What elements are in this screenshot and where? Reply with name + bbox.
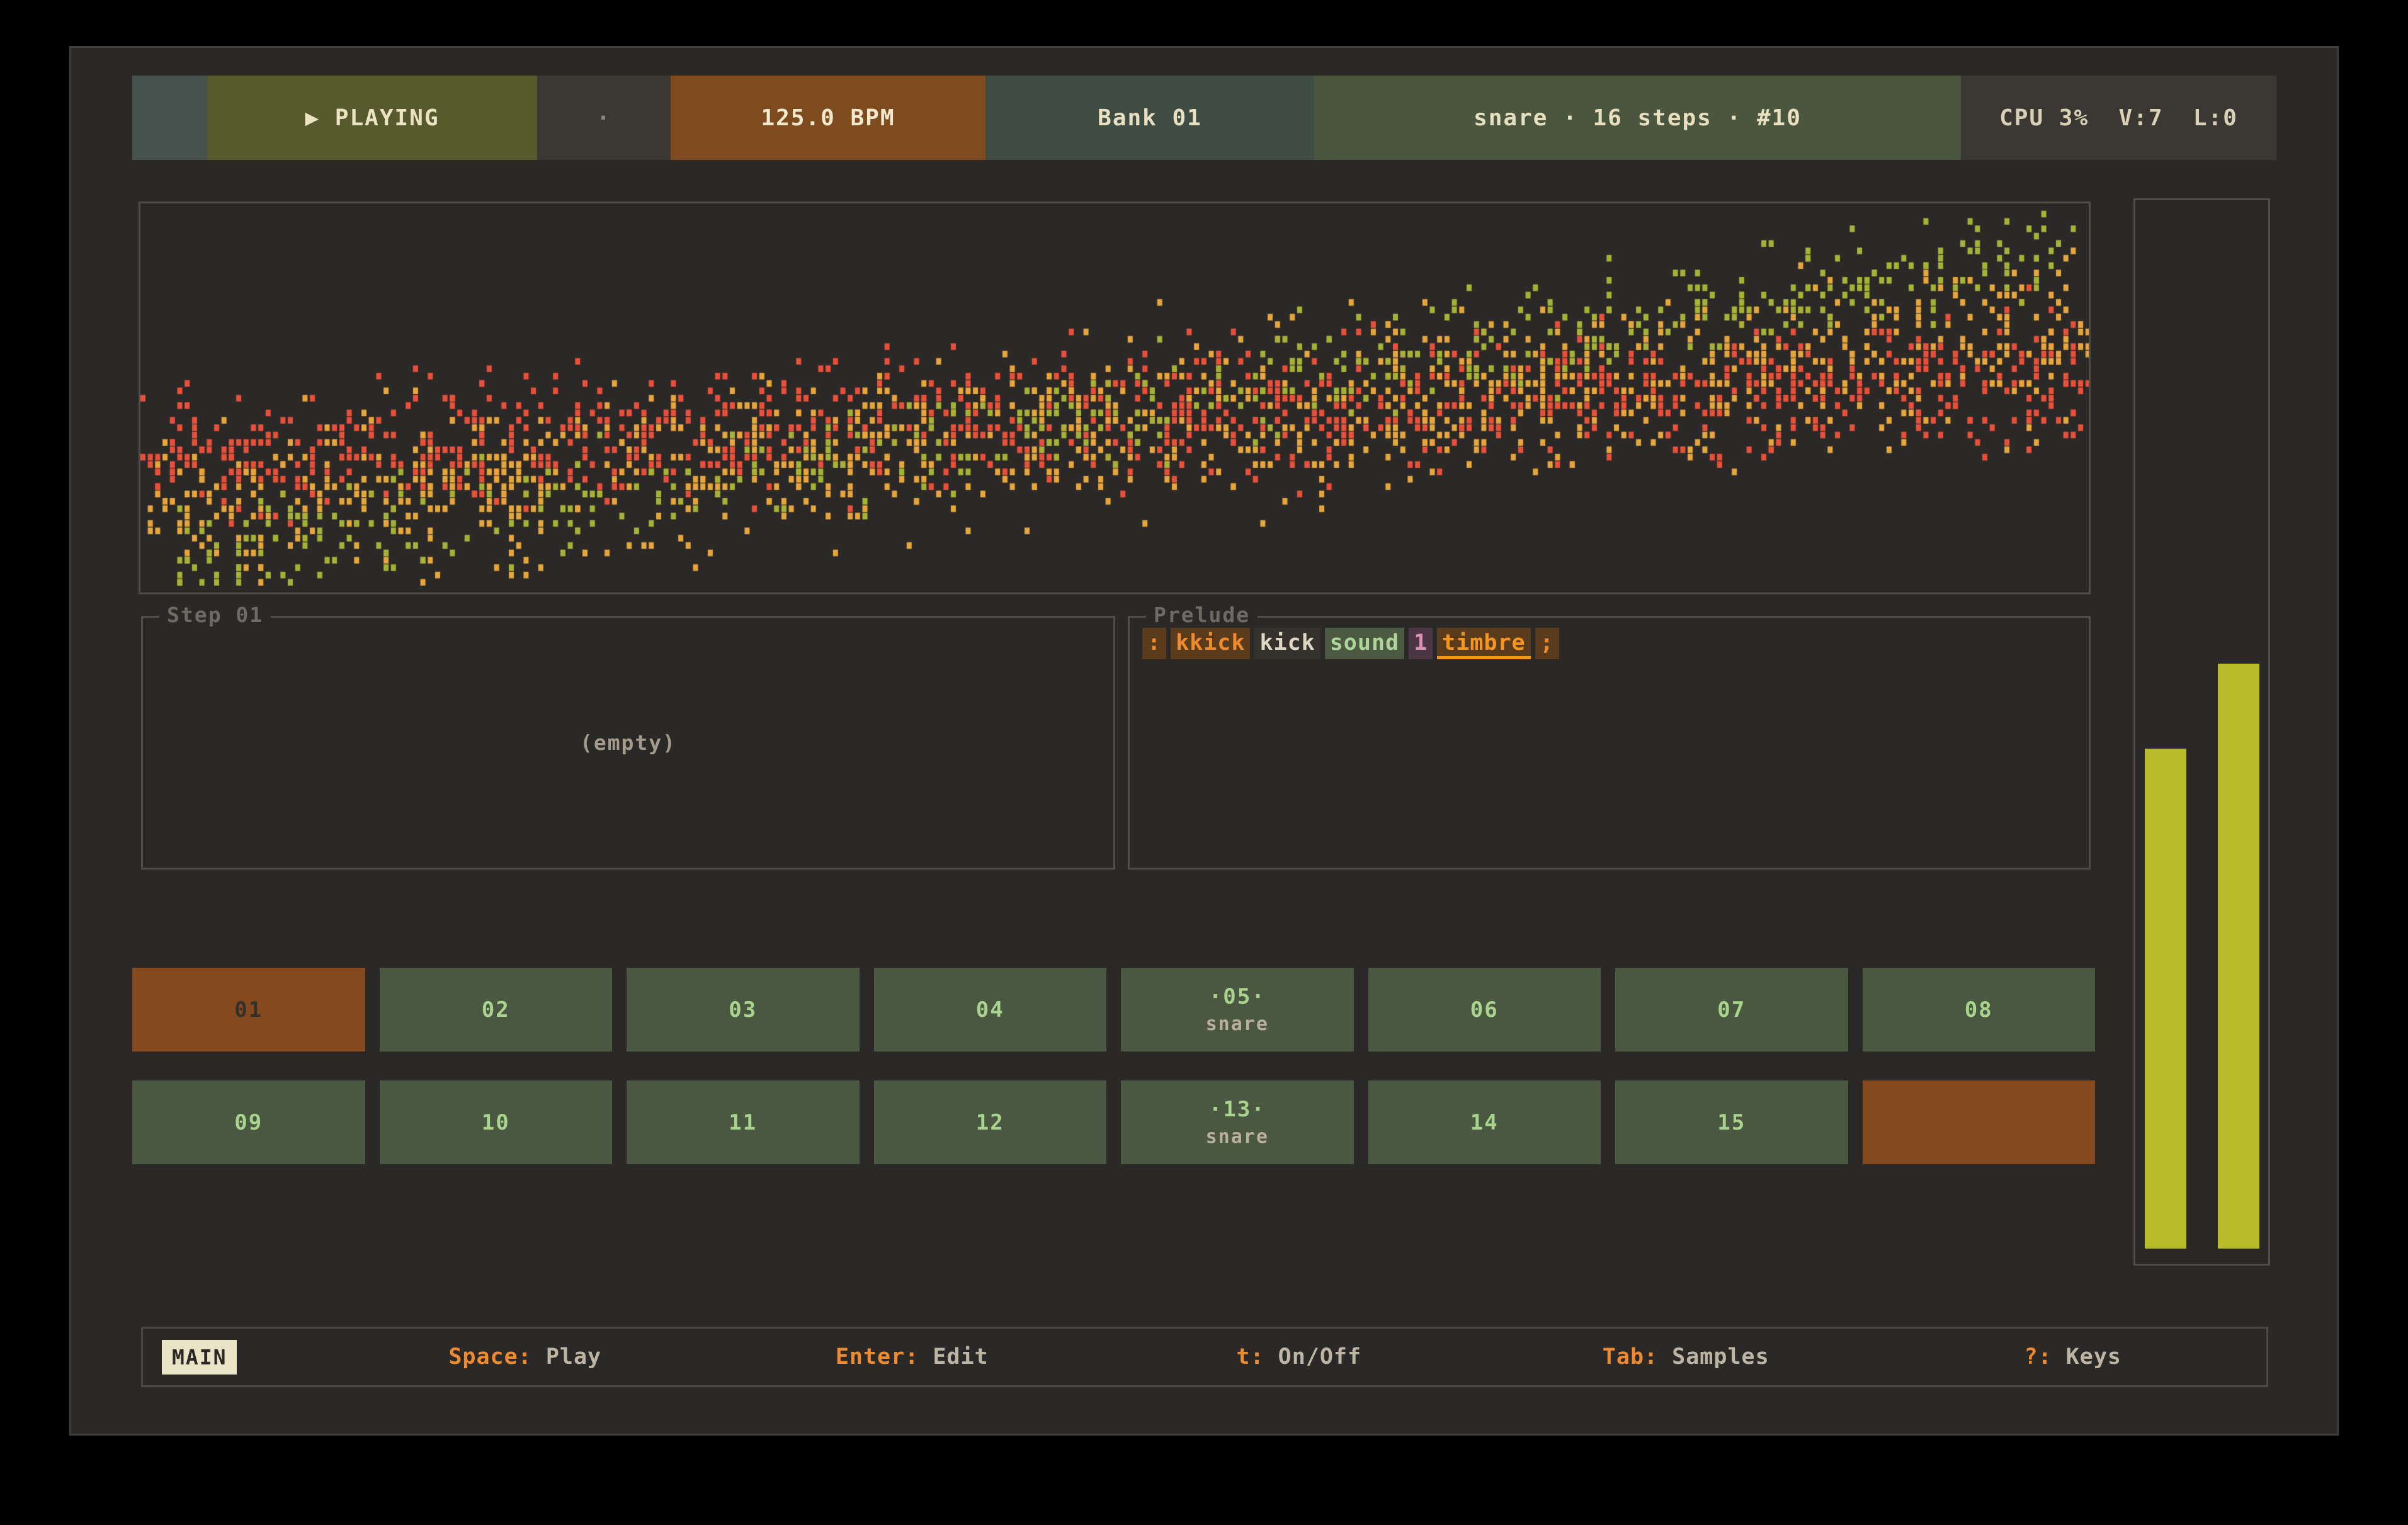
corner-block bbox=[132, 76, 207, 160]
step-button-label: 08 bbox=[1965, 997, 1993, 1023]
step-empty-text: (empty) bbox=[580, 730, 676, 755]
step-grid: 01 02 03 04 ·05· snare 06 07 08 09 10 11 12 ·13· snare… bbox=[132, 968, 2095, 1164]
pattern-scatter-canvas bbox=[140, 203, 2089, 592]
cpu-stats: CPU 3% V:7 L:0 bbox=[1961, 76, 2276, 160]
step-button-label: 14 bbox=[1470, 1110, 1499, 1135]
step-button-02[interactable]: 02 bbox=[380, 968, 613, 1052]
step-button-label: 06 bbox=[1470, 997, 1499, 1023]
step-button-label: 15 bbox=[1717, 1110, 1746, 1135]
shortcut-key: t: bbox=[1236, 1344, 1264, 1369]
shortcut-key: Space: bbox=[448, 1344, 531, 1369]
step-button-label: ·05· bbox=[1209, 984, 1266, 1009]
prelude-token[interactable]: kick bbox=[1254, 628, 1320, 659]
step-panel: Step 01 (empty) bbox=[141, 616, 1115, 870]
step-button-label: 11 bbox=[729, 1110, 757, 1135]
step-button-07[interactable]: 07 bbox=[1615, 968, 1848, 1052]
step-button-label: 09 bbox=[234, 1110, 263, 1135]
step-button-14[interactable]: 14 bbox=[1368, 1080, 1601, 1164]
shortcut-help: ?: Keys bbox=[1879, 1344, 2266, 1369]
step-button-09[interactable]: 09 bbox=[132, 1080, 365, 1164]
prelude-panel-title: Prelude bbox=[1146, 603, 1258, 627]
step-panel-title: Step 01 bbox=[159, 603, 271, 627]
prelude-token[interactable]: sound bbox=[1325, 628, 1404, 659]
prelude-token[interactable]: : bbox=[1142, 628, 1166, 659]
prelude-token[interactable]: 1 bbox=[1409, 628, 1433, 659]
prelude-token[interactable]: ; bbox=[1535, 628, 1559, 659]
top-bar: ▶ PLAYING · 125.0 BPM Bank 01 snare · 16… bbox=[132, 76, 2276, 160]
step-button-10[interactable]: 10 bbox=[380, 1080, 613, 1164]
step-button-label: 01 bbox=[234, 997, 263, 1023]
prelude-token[interactable]: kkick bbox=[1171, 628, 1250, 659]
step-button-sample-name: snare bbox=[1206, 1013, 1269, 1035]
step-button-label: 07 bbox=[1717, 997, 1746, 1023]
bank-display[interactable]: Bank 01 bbox=[985, 76, 1314, 160]
step-button-15[interactable]: 15 bbox=[1615, 1080, 1848, 1164]
step-button-sample-name: snare bbox=[1206, 1126, 1269, 1148]
step-button-13[interactable]: ·13· snare bbox=[1121, 1080, 1354, 1164]
prelude-panel: Prelude :kkickkicksound1timbre; bbox=[1128, 616, 2091, 870]
step-button-04[interactable]: 04 bbox=[874, 968, 1107, 1052]
level-meter-left bbox=[2145, 749, 2186, 1249]
track-info: snare · 16 steps · #10 bbox=[1314, 76, 1961, 160]
step-button-label: 10 bbox=[482, 1110, 510, 1135]
step-button-label: 12 bbox=[976, 1110, 1004, 1135]
shortcut-key: Enter: bbox=[836, 1344, 919, 1369]
level-meter-right bbox=[2218, 664, 2259, 1249]
shortcut-enter: Enter: Edit bbox=[718, 1344, 1106, 1369]
step-button-label: ·13· bbox=[1209, 1097, 1266, 1122]
bpm-display[interactable]: 125.0 BPM bbox=[671, 76, 985, 160]
shortcut-key: Tab: bbox=[1603, 1344, 1658, 1369]
app-window: ▶ PLAYING · 125.0 BPM Bank 01 snare · 16… bbox=[69, 46, 2339, 1436]
step-button-08[interactable]: 08 bbox=[1863, 968, 2096, 1052]
step-button-label: 04 bbox=[976, 997, 1004, 1023]
step-button-01[interactable]: 01 bbox=[132, 968, 365, 1052]
step-button-label: 02 bbox=[482, 997, 510, 1023]
shortcut-hints: Space: PlayEnter: Editt: On/OffTab: Samp… bbox=[331, 1344, 2266, 1369]
step-button-06[interactable]: 06 bbox=[1368, 968, 1601, 1052]
shortcut-tab: Tab: Samples bbox=[1492, 1344, 1880, 1369]
shortcut-space: Space: Play bbox=[331, 1344, 718, 1369]
step-button-05[interactable]: ·05· snare bbox=[1121, 968, 1354, 1052]
prelude-token[interactable]: timbre bbox=[1437, 628, 1530, 659]
shortcut-t: t: On/Off bbox=[1105, 1344, 1492, 1369]
shortcut-key: ?: bbox=[2024, 1344, 2052, 1369]
mode-badge: MAIN bbox=[162, 1340, 237, 1375]
status-bar: MAIN Space: PlayEnter: Editt: On/OffTab:… bbox=[141, 1327, 2268, 1387]
pattern-visualization-panel bbox=[139, 201, 2091, 594]
transport-status[interactable]: ▶ PLAYING bbox=[207, 76, 537, 160]
beat-indicator: · bbox=[537, 76, 671, 160]
step-button-16[interactable] bbox=[1863, 1080, 2096, 1164]
step-button-12[interactable]: 12 bbox=[874, 1080, 1107, 1164]
step-button-label: 03 bbox=[729, 997, 757, 1023]
prelude-code[interactable]: :kkickkicksound1timbre; bbox=[1142, 628, 1564, 659]
step-button-03[interactable]: 03 bbox=[627, 968, 860, 1052]
level-meters bbox=[2133, 198, 2270, 1266]
step-button-11[interactable]: 11 bbox=[627, 1080, 860, 1164]
